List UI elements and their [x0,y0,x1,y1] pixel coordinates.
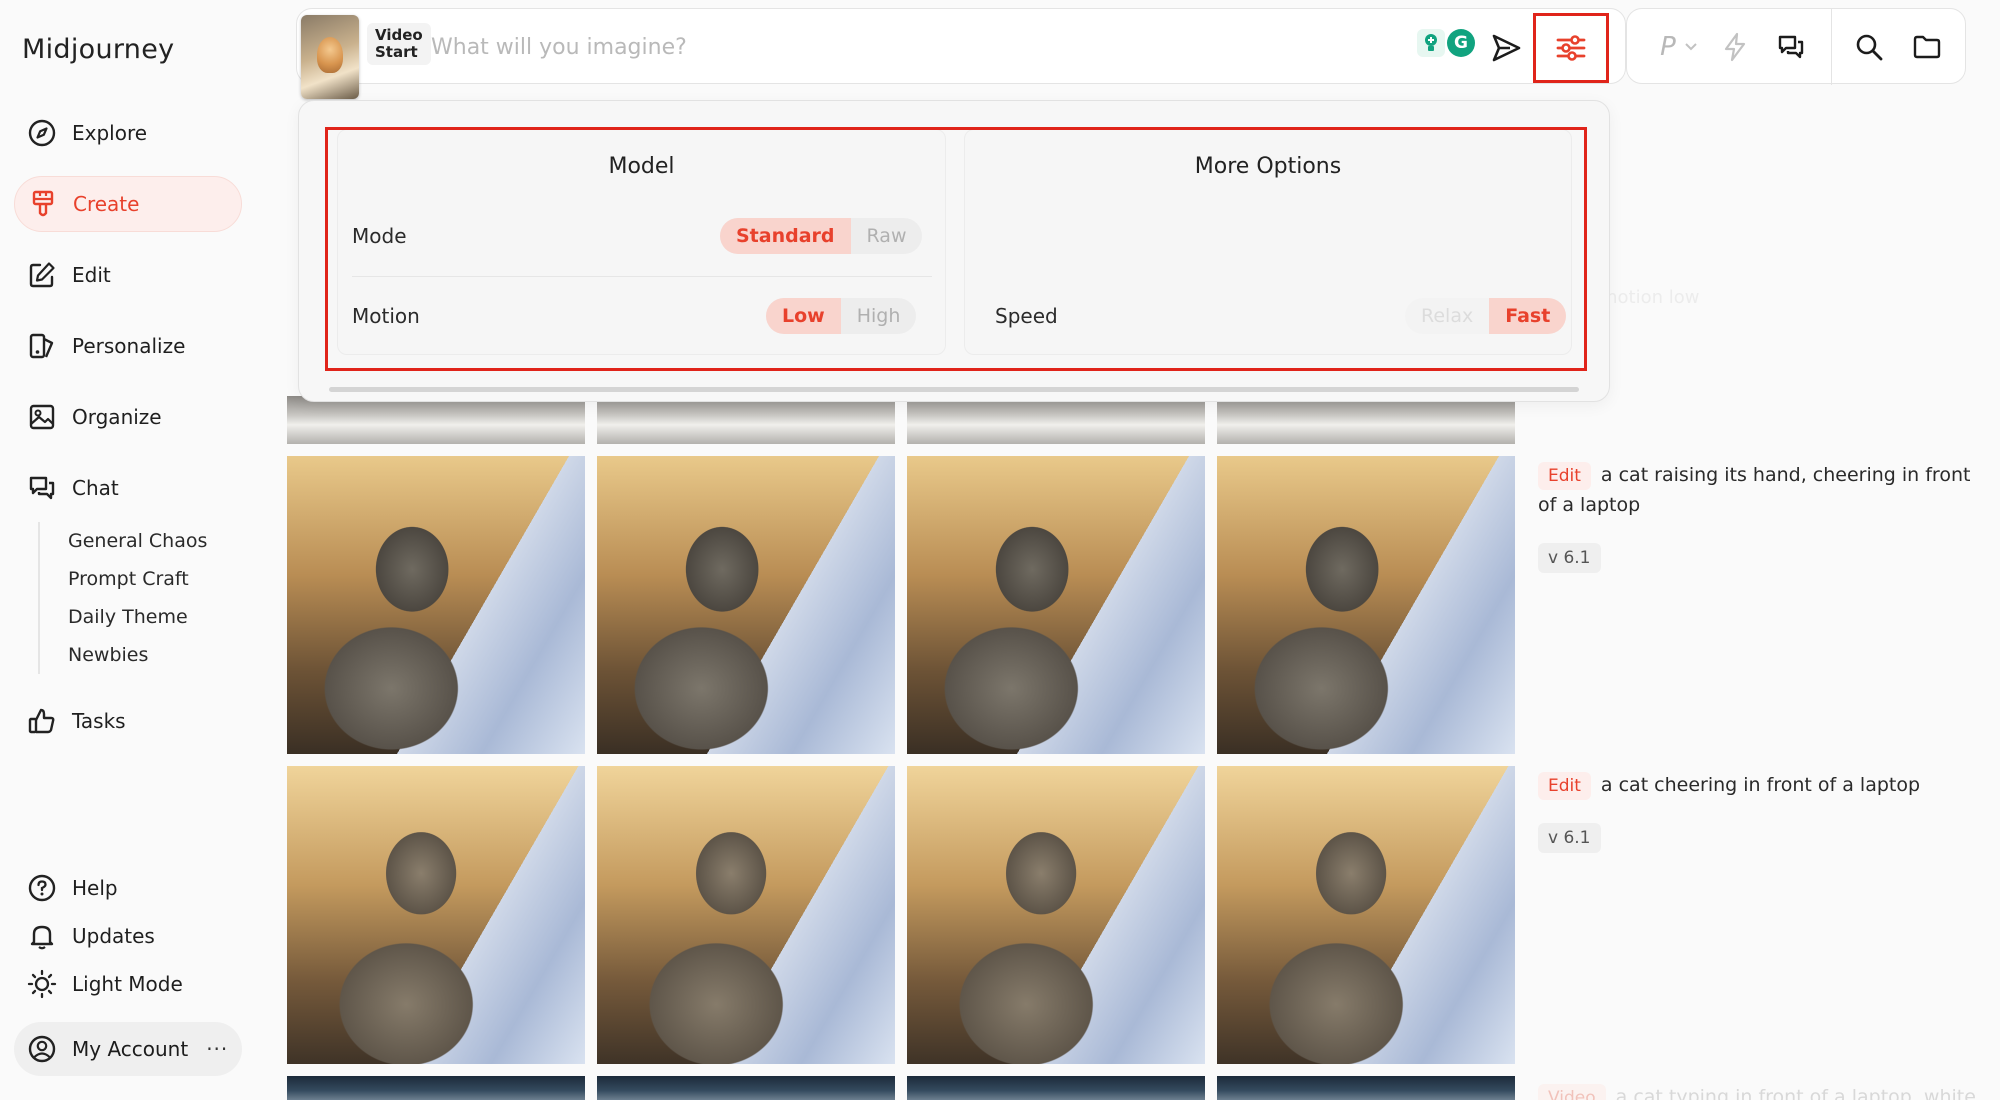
edit-button[interactable]: Edit [1538,772,1591,800]
sidebar-item-label: Tasks [72,709,126,733]
sun-icon [26,968,58,1000]
more-options-icon[interactable]: ··· [206,1037,228,1061]
job-prompt: a cat typing in front of a laptop, white [1615,1086,1976,1100]
channel-prompt-craft[interactable]: Prompt Craft [68,560,207,598]
image-tile[interactable] [1217,396,1515,444]
sidebar-item-label: Chat [72,476,119,500]
image-tile[interactable] [597,456,895,754]
brand-logo[interactable]: Midjourney [22,34,174,65]
send-button[interactable] [1487,29,1525,67]
sidebar-item-label: Light Mode [72,972,183,996]
my-account-button[interactable]: My Account ··· [14,1022,242,1076]
image-tile[interactable] [907,1076,1205,1100]
image-tile[interactable] [1217,456,1515,754]
thumbs-up-icon [26,705,58,737]
image-tile[interactable] [597,766,895,1064]
help-icon [26,872,58,904]
job-info: Edit a cat raising its hand, cheering in … [1538,460,1978,520]
version-badge[interactable]: v 6.1 [1538,543,1601,573]
faded-motion-text: motion low [1600,287,1700,308]
job-prompt[interactable]: a cat cheering in front of a laptop [1601,774,1920,796]
folder-icon [1913,35,1941,59]
sidebar-item-create[interactable]: Create [14,176,242,232]
image-tile[interactable] [597,396,895,444]
video-start-label: Video Start [367,23,431,65]
sidebar-item-edit[interactable]: Edit [14,247,242,303]
image-tile[interactable] [1217,766,1515,1064]
bell-icon [26,920,58,952]
image-tile[interactable] [1217,1076,1515,1100]
lightning-icon [1724,32,1746,62]
prompt-input[interactable] [431,27,1191,67]
image-tile[interactable] [287,1076,585,1100]
highlight-annotation [325,127,1587,371]
edit-icon [26,259,58,291]
video-label-line1: Video [375,26,423,44]
sidebar-item-organize[interactable]: Organize [14,389,242,445]
video-tag: Video [1538,1084,1606,1100]
personalize-icon [26,330,58,362]
image-icon [26,401,58,433]
personalize-glyph: P [1660,32,1676,62]
sidebar: Midjourney Explore Create Edit Personali… [0,0,280,1100]
image-tile[interactable] [287,766,585,1064]
send-icon [1492,34,1521,62]
chat-channel-list: General Chaos Prompt Craft Daily Theme N… [38,522,207,674]
sidebar-item-label: Help [72,876,118,900]
chat-icon [1778,35,1804,59]
settings-button[interactable] [1533,13,1609,83]
prompt-bar: Video Start G [296,8,1626,99]
sidebar-item-label: Updates [72,924,155,948]
start-frame-thumbnail[interactable] [301,15,359,99]
chat-icon [26,472,58,504]
personalize-dropdown[interactable]: P [1649,27,1709,67]
sidebar-item-label: Edit [72,263,111,287]
grammarly-icon[interactable]: G [1447,29,1475,57]
toolbar-divider [1831,9,1832,85]
sidebar-item-chat[interactable]: Chat [14,460,242,516]
search-button[interactable] [1847,27,1891,67]
channel-daily-theme[interactable]: Daily Theme [68,598,207,636]
sidebar-item-explore[interactable]: Explore [14,105,242,161]
search-icon [1856,34,1883,61]
speed-toggle[interactable] [1715,27,1755,67]
brush-icon [27,188,59,220]
bulb-extension-icon[interactable] [1417,29,1445,57]
light-mode-toggle[interactable]: Light Mode [14,956,242,1012]
compass-icon [26,117,58,149]
folder-button[interactable] [1905,27,1949,67]
sidebar-item-tasks[interactable]: Tasks [14,693,242,749]
extension-icons: G [1417,25,1479,61]
sidebar-item-label: Explore [72,121,148,145]
sidebar-item-label: Personalize [72,334,186,358]
job-info: Edit a cat cheering in front of a laptop [1538,770,1978,800]
image-tile[interactable] [287,456,585,754]
sidebar-item-label: Create [73,192,140,216]
image-tile[interactable] [597,1076,895,1100]
horizontal-scrollbar[interactable] [329,387,1579,392]
chat-toggle-button[interactable] [1769,27,1813,67]
image-tile[interactable] [907,456,1205,754]
job-version: v 6.1 [1538,542,1978,573]
edit-button[interactable]: Edit [1538,462,1591,490]
faded-job-info: Video a cat typing in front of a laptop, … [1538,1082,1978,1100]
toolbar: P [1626,8,1966,85]
job-version: v 6.1 [1538,822,1978,853]
sidebar-item-label: Organize [72,405,162,429]
channel-general-chaos[interactable]: General Chaos [68,522,207,560]
user-circle-icon [26,1033,58,1065]
account-label: My Account [72,1037,189,1061]
chevron-down-icon [1685,43,1697,51]
video-label-line2: Start [375,43,418,61]
sidebar-item-personalize[interactable]: Personalize [14,318,242,374]
job-prompt[interactable]: a cat raising its hand, cheering in fron… [1538,464,1970,516]
version-badge[interactable]: v 6.1 [1538,823,1601,853]
settings-panel: Model Mode Standard Raw Motion Low High … [298,100,1610,402]
video-start-chip[interactable]: Video Start [301,13,431,99]
image-tile[interactable] [907,396,1205,444]
channel-newbies[interactable]: Newbies [68,636,207,674]
image-tile[interactable] [287,396,585,444]
sliders-icon [1556,35,1586,61]
image-tile[interactable] [907,766,1205,1064]
